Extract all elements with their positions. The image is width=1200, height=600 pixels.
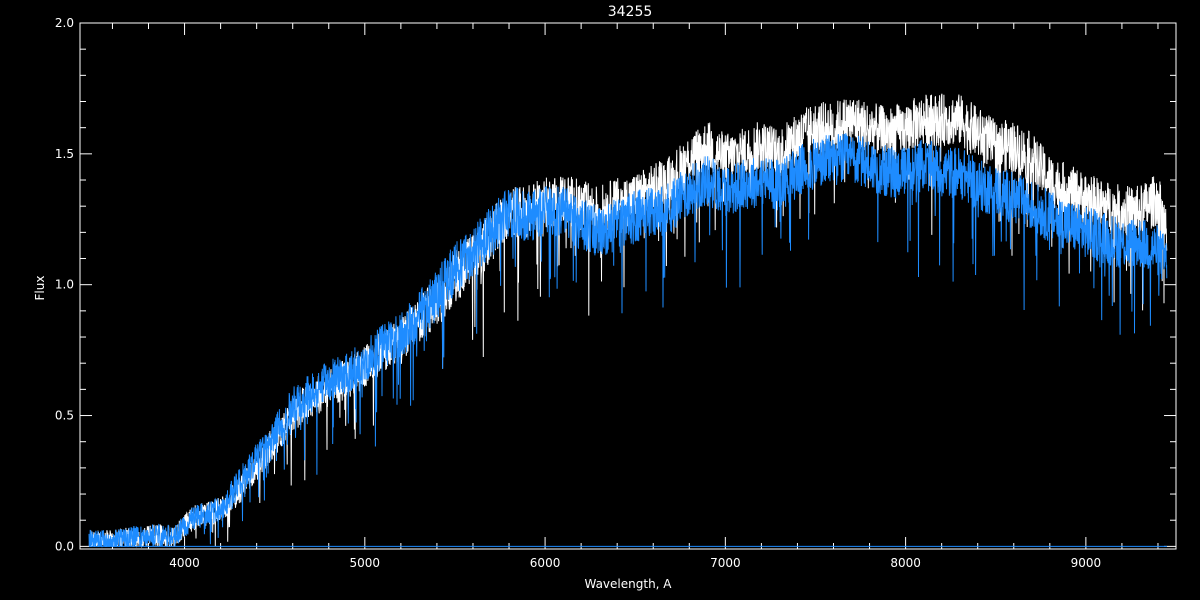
x-tick-label: 6000 xyxy=(530,556,561,570)
x-tick-label: 7000 xyxy=(710,556,741,570)
x-tick-label: 8000 xyxy=(890,556,921,570)
spectrum-chart: 34255 4000 5000 6000 7000 8000 9000 0.0 0.5 1.0… xyxy=(0,0,1200,600)
y-axis-title: Flux xyxy=(33,276,47,301)
y-tick-label: 0.5 xyxy=(55,409,74,423)
y-tick-label: 0.0 xyxy=(55,539,74,553)
x-tick-label: 5000 xyxy=(350,556,381,570)
chart-background xyxy=(0,0,1200,600)
x-axis-title: Wavelength, A xyxy=(584,577,672,591)
x-tick-label: 4000 xyxy=(169,556,200,570)
chart-title: 34255 xyxy=(608,4,653,20)
y-tick-label: 1.5 xyxy=(55,147,74,161)
x-tick-label: 9000 xyxy=(1071,556,1102,570)
y-tick-label: 2.0 xyxy=(55,16,74,30)
y-tick-label: 1.0 xyxy=(55,278,74,292)
